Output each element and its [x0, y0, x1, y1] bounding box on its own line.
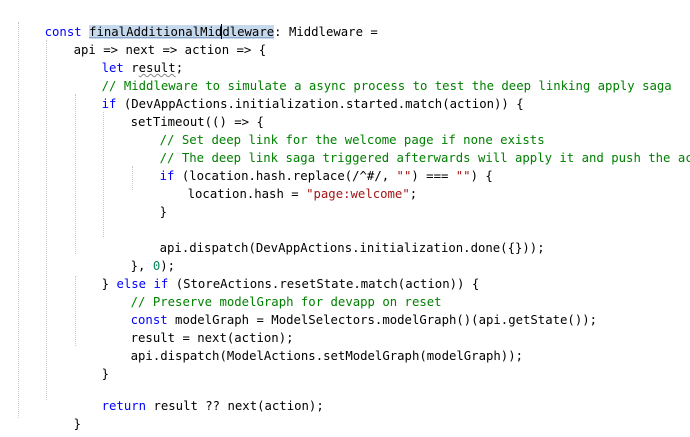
code-line[interactable]: location.hash = "page:welcome"; — [158, 167, 418, 201]
keyword-token: return — [101, 399, 154, 413]
code-editor[interactable]: const finalAdditionalMiddleware: Middlew… — [0, 0, 690, 437]
code-text: ) { — [470, 169, 493, 183]
code-line[interactable]: return result ?? next(action); — [72, 379, 324, 413]
code-line[interactable]: if (DevAppActions.initialization.started… — [72, 77, 524, 111]
code-line[interactable]: } — [44, 397, 81, 431]
code-line[interactable]: // Preserve modelGraph for devapp on res… — [101, 275, 442, 309]
code-line[interactable]: // The deep link saga triggered afterwar… — [130, 131, 690, 165]
code-line[interactable]: const modelGraph = ModelSelectors.modelG… — [101, 293, 597, 327]
code-line[interactable]: setTimeout(() => { — [101, 95, 264, 129]
code-line[interactable]: const finalAdditionalMiddleware: Middlew… — [15, 5, 378, 39]
code-line[interactable]: } — [72, 347, 109, 381]
code-line[interactable]: // Middleware to simulate a async proces… — [72, 59, 672, 93]
code-text: } — [73, 417, 82, 431]
code-text: api.dispatch(DevAppActions.initializatio… — [159, 241, 545, 255]
indent-guide — [18, 22, 19, 418]
code-line[interactable]: let result; — [72, 41, 183, 75]
code-line[interactable]: if (location.hash.replace(/^#/, "") === … — [130, 149, 493, 183]
code-line[interactable]: api => next => action => { — [44, 23, 267, 57]
code-text: ) === — [411, 169, 456, 183]
indent-guide — [46, 40, 47, 400]
code-line[interactable]: api.dispatch(ModelActions.setModelGraph(… — [101, 329, 523, 363]
code-text: location.hash = — [187, 187, 307, 201]
code-line[interactable]: result = next(action); — [101, 311, 294, 345]
code-text: ; — [409, 187, 418, 201]
code-line[interactable]: } — [130, 185, 167, 219]
code-line[interactable]: }, 0); — [101, 239, 175, 273]
code-line[interactable]: api.dispatch(DevAppActions.initializatio… — [130, 221, 545, 255]
string-literal: "page:welcome" — [306, 187, 410, 201]
code-line[interactable]: // Set deep link for the welcome page if… — [130, 113, 545, 147]
code-text: api.dispatch(ModelActions.setModelGraph(… — [130, 349, 524, 363]
code-text: } — [159, 205, 168, 219]
type-annotation: : Middleware = — [274, 25, 378, 39]
string-literal: "" — [455, 169, 471, 183]
code-text: result ?? next(action); — [153, 399, 324, 413]
code-line[interactable]: } else if (StoreActions.resetState.match… — [72, 257, 480, 291]
